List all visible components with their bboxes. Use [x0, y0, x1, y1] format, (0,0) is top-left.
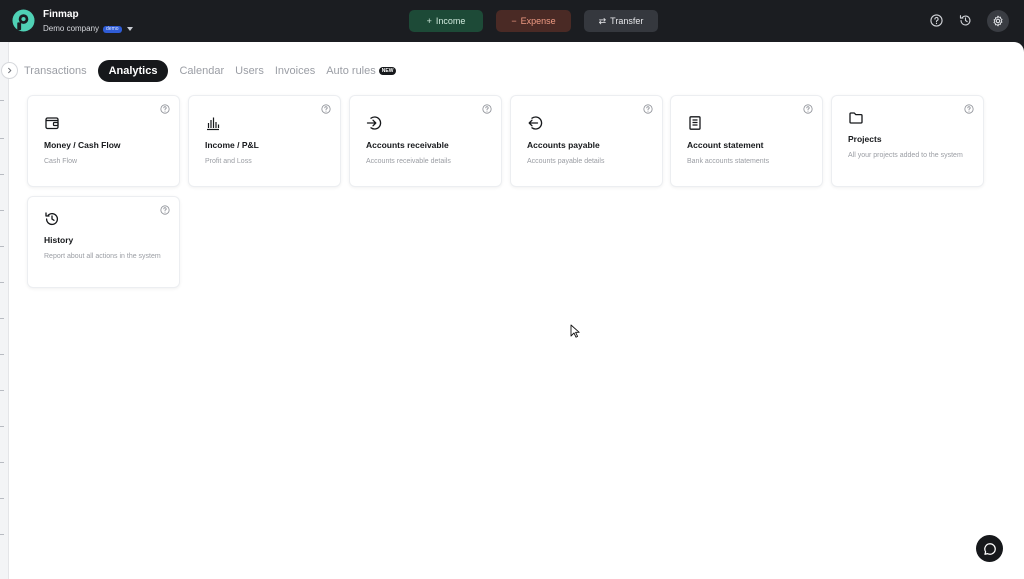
- help-icon[interactable]: [927, 11, 945, 29]
- income-button[interactable]: + Income: [409, 10, 483, 32]
- bar-chart-icon: [207, 117, 220, 131]
- card-title: Projects: [848, 134, 882, 144]
- rail-tick: [0, 282, 4, 283]
- tab-auto-rules-label: Auto rules: [326, 65, 376, 77]
- expense-button[interactable]: − Expense: [496, 10, 571, 32]
- folder-icon: [849, 112, 863, 124]
- tab-calendar[interactable]: Calendar: [179, 60, 224, 82]
- help-icon[interactable]: [160, 104, 170, 114]
- card-title: Account statement: [687, 140, 764, 150]
- document-icon: [689, 116, 701, 130]
- collapsed-sidebar: [0, 42, 9, 579]
- tab-transactions[interactable]: Transactions: [24, 60, 87, 82]
- rail-tick: [0, 534, 4, 535]
- card-projects[interactable]: Projects All your projects added to the …: [831, 95, 984, 187]
- card-title: Income / P&L: [205, 140, 259, 150]
- history-icon[interactable]: [956, 11, 974, 29]
- card-description: Report about all actions in the system: [44, 253, 161, 260]
- card-title: Accounts receivable: [366, 140, 449, 150]
- card-history[interactable]: History Report about all actions in the …: [27, 196, 180, 288]
- tab-invoices[interactable]: Invoices: [275, 60, 315, 82]
- help-icon[interactable]: [803, 104, 813, 114]
- help-icon[interactable]: [482, 104, 492, 114]
- rail-tick: [0, 354, 4, 355]
- card-description: Accounts payable details: [527, 158, 605, 165]
- rail-tick: [0, 138, 4, 139]
- transfer-button[interactable]: ⇄ Transfer: [584, 10, 658, 32]
- new-badge: NEW: [378, 67, 397, 75]
- help-icon[interactable]: [643, 104, 653, 114]
- card-description: Bank accounts statements: [687, 158, 770, 165]
- card-income-pl[interactable]: Income / P&L Profit and Loss: [188, 95, 341, 187]
- tab-bar: Transactions Analytics Calendar Users In…: [24, 60, 397, 82]
- rail-tick: [0, 462, 4, 463]
- rail-tick: [0, 210, 4, 211]
- history-icon: [45, 212, 59, 226]
- income-button-label: Income: [435, 16, 466, 26]
- card-account-statement[interactable]: Account statement Bank accounts statemen…: [670, 95, 823, 187]
- company-name: Demo company: [43, 24, 100, 33]
- rail-tick: [0, 174, 4, 175]
- tab-analytics[interactable]: Analytics: [97, 60, 169, 82]
- help-icon[interactable]: [321, 104, 331, 114]
- card-description: Cash Flow: [44, 158, 78, 165]
- card-title: History: [44, 235, 74, 245]
- arrow-out-icon: [528, 116, 543, 130]
- chat-support-button[interactable]: [976, 535, 1003, 562]
- plus-icon: +: [426, 16, 432, 26]
- tab-auto-rules[interactable]: Auto rules NEW: [326, 60, 397, 82]
- top-bar: Finmap Demo company demo + Income − Expe…: [0, 0, 1024, 42]
- company-switcher[interactable]: Finmap Demo company demo: [43, 9, 133, 34]
- rail-tick: [0, 498, 4, 499]
- finmap-logo[interactable]: [12, 9, 35, 32]
- rail-tick: [0, 318, 4, 319]
- minus-icon: −: [511, 16, 517, 26]
- card-title: Accounts payable: [527, 140, 600, 150]
- expense-button-label: Expense: [520, 16, 556, 26]
- card-description: All your projects added to the system: [848, 152, 963, 159]
- main-panel: Transactions Analytics Calendar Users In…: [0, 42, 1024, 579]
- app-name: Finmap: [43, 9, 79, 20]
- demo-badge: demo: [103, 25, 122, 33]
- help-icon[interactable]: [964, 104, 974, 114]
- card-money-cash-flow[interactable]: Money / Cash Flow Cash Flow: [27, 95, 180, 187]
- transfer-icon: ⇄: [598, 15, 607, 26]
- chevron-down-icon[interactable]: [126, 27, 133, 31]
- rail-tick: [0, 390, 4, 391]
- chevron-right-icon: [8, 67, 12, 74]
- settings-icon[interactable]: [987, 10, 1009, 32]
- tab-users[interactable]: Users: [235, 60, 264, 82]
- card-title: Money / Cash Flow: [44, 140, 121, 150]
- card-description: Profit and Loss: [205, 158, 252, 165]
- rail-tick: [0, 426, 4, 427]
- card-description: Accounts receivable details: [366, 158, 451, 165]
- transfer-button-label: Transfer: [610, 16, 644, 26]
- rail-tick: [0, 100, 4, 101]
- arrow-in-icon: [366, 116, 382, 130]
- card-accounts-receivable[interactable]: Accounts receivable Accounts receivable …: [349, 95, 502, 187]
- card-accounts-payable[interactable]: Accounts payable Accounts payable detail…: [510, 95, 663, 187]
- expand-sidebar-button[interactable]: [1, 62, 18, 79]
- wallet-icon: [45, 117, 59, 130]
- chat-bubble-icon: [983, 542, 996, 555]
- mouse-cursor-icon: [570, 324, 580, 338]
- rail-tick: [0, 246, 4, 247]
- help-icon[interactable]: [160, 205, 170, 215]
